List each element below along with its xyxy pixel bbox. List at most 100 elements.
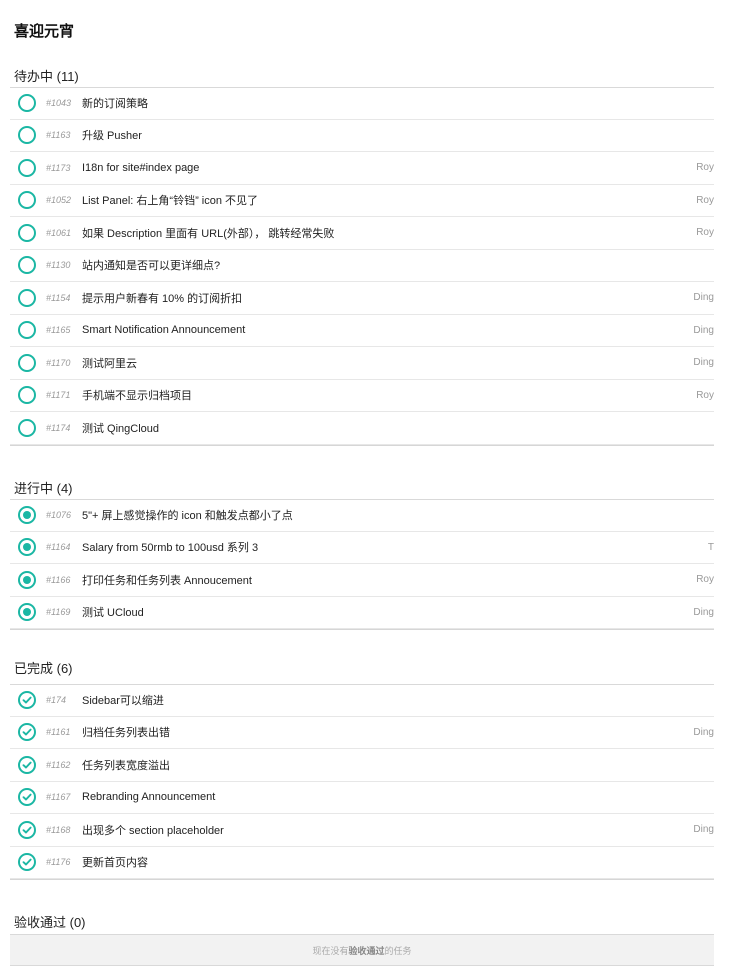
task-row[interactable]: #1052 List Panel: 右上角“铃铛” icon 不见了 Roy [10, 185, 714, 217]
task-title[interactable]: 提示用户新春有 10% 的订阅折扣 [82, 290, 242, 306]
task-row[interactable]: #1043 新的订阅策略 [10, 87, 714, 120]
task-title[interactable]: 如果 Description 里面有 URL(外部）， 跳转经常失败 [82, 225, 334, 241]
task-assignee: Ding [693, 292, 714, 304]
task-title[interactable]: 更新首页内容 [82, 854, 148, 870]
empty-state-bold: 验收通过 [348, 945, 385, 956]
task-row[interactable]: #1176 更新首页内容 [10, 847, 714, 879]
task-assignee: Roy [696, 227, 714, 239]
task-title[interactable]: 测试阿里云 [82, 355, 137, 371]
empty-circle-icon[interactable] [18, 353, 36, 372]
task-assignee: Ding [693, 606, 714, 618]
page-title: 喜迎元宵 [14, 23, 75, 40]
empty-circle-icon[interactable] [18, 126, 36, 145]
task-assignee: Roy [696, 389, 714, 401]
task-assignee: T [707, 541, 714, 553]
task-id: #1167 [46, 792, 71, 803]
task-title[interactable]: 测试 QingCloud [82, 420, 159, 436]
empty-state-prefix: 现在没有 [312, 945, 349, 956]
task-row[interactable]: #1162 任务列表宽度溢出 [10, 749, 714, 782]
task-id: #1076 [46, 510, 72, 521]
task-title[interactable]: 测试 UCloud [82, 604, 144, 620]
task-title[interactable]: Smart Notification Announcement [82, 324, 245, 336]
task-id: #1052 [46, 195, 72, 206]
empty-circle-icon[interactable] [18, 94, 36, 113]
task-title[interactable]: 归档任务列表出错 [82, 724, 170, 740]
section-accepted: 现在没有 验收通过 的任务 [10, 934, 714, 966]
task-row[interactable]: #1161 归档任务列表出错 Ding [10, 717, 714, 749]
task-row[interactable]: #1170 测试阿里云 Ding [10, 347, 714, 380]
task-assignee: Ding [693, 324, 714, 336]
task-title[interactable]: 任务列表宽度溢出 [82, 757, 170, 773]
task-list-todo: #1043 新的订阅策略 #1163 升级 Pusher #1173 I18n for s… [10, 87, 714, 446]
task-row[interactable]: #1130 站内通知是否可以更详细点? [10, 250, 714, 282]
empty-state-accepted: 现在没有 验收通过 的任务 [10, 934, 714, 966]
task-title[interactable]: 打印任务和任务列表 Annoucement [82, 572, 252, 588]
task-assignee: Roy [696, 574, 714, 586]
empty-circle-icon[interactable] [18, 191, 36, 210]
check-circle-icon[interactable] [18, 691, 36, 710]
task-id: #174 [46, 695, 67, 706]
task-title[interactable]: 站内通知是否可以更详细点? [82, 257, 220, 273]
task-assignee: Ding [693, 357, 714, 369]
task-title[interactable]: 5"+ 屏上感觉操作的 icon 和触发点都小了点 [82, 507, 293, 523]
in-progress-circle-icon[interactable] [18, 603, 36, 622]
task-list-done: #174 Sidebar可以缩进 #1161 归档任务列表出错 Ding #1162 任务列… [10, 684, 714, 880]
task-row[interactable]: #1154 提示用户新春有 10% 的订阅折扣 Ding [10, 282, 714, 315]
task-assignee: Roy [696, 194, 714, 206]
task-row[interactable]: #1174 测试 QingCloud [10, 412, 714, 445]
task-title[interactable]: List Panel: 右上角“铃铛” icon 不见了 [82, 192, 258, 208]
task-row[interactable]: #1168 出现多个 section placeholder Ding [10, 814, 714, 847]
in-progress-circle-icon[interactable] [18, 538, 36, 557]
task-id: #1170 [46, 357, 71, 368]
task-row[interactable]: #1163 升级 Pusher [10, 120, 714, 152]
check-circle-icon[interactable] [18, 755, 36, 774]
empty-circle-icon[interactable] [18, 321, 36, 340]
in-progress-circle-icon[interactable] [18, 570, 36, 589]
check-circle-icon[interactable] [18, 853, 36, 872]
empty-circle-icon[interactable] [18, 256, 36, 275]
task-id: #1061 [46, 227, 72, 238]
task-id: #1164 [46, 542, 71, 553]
task-row[interactable]: #1165 Smart Notification Announcement Ding [10, 315, 714, 347]
task-id: #1173 [46, 162, 71, 173]
section-in-progress: #1076 5"+ 屏上感觉操作的 icon 和触发点都小了点 #1164 Salar… [10, 499, 714, 630]
section-title-accepted: 验收通过 (0) [14, 915, 86, 930]
task-row[interactable]: #1169 测试 UCloud Ding [10, 597, 714, 629]
task-row[interactable]: #1171 手机端不显示归档项目 Roy [10, 380, 714, 412]
task-title[interactable]: Salary from 50rmb to 100usd 系列 3 [82, 539, 258, 555]
task-title[interactable]: Rebranding Announcement [82, 791, 215, 803]
task-id: #1171 [46, 390, 71, 401]
task-row[interactable]: #1167 Rebranding Announcement [10, 782, 714, 814]
task-title[interactable]: 手机端不显示归档项目 [82, 387, 192, 403]
task-id: #1176 [46, 857, 71, 868]
task-id: #1174 [46, 422, 71, 433]
task-row[interactable]: #1173 I18n for site#index page Roy [10, 152, 714, 185]
task-id: #1130 [46, 260, 71, 271]
task-row[interactable]: #174 Sidebar可以缩进 [10, 684, 714, 717]
empty-circle-icon[interactable] [18, 386, 36, 405]
empty-circle-icon[interactable] [18, 158, 36, 177]
task-assignee: Ding [693, 726, 714, 738]
check-circle-icon[interactable] [18, 820, 36, 839]
task-title[interactable]: Sidebar可以缩进 [82, 692, 164, 708]
task-id: #1165 [46, 325, 71, 336]
task-id: #1043 [46, 98, 72, 109]
task-assignee: Ding [693, 824, 714, 836]
check-circle-icon[interactable] [18, 788, 36, 807]
task-row[interactable]: #1061 如果 Description 里面有 URL(外部）， 跳转经常失败 R… [10, 217, 714, 250]
empty-circle-icon[interactable] [18, 223, 36, 242]
task-title[interactable]: I18n for site#index page [82, 162, 199, 174]
task-row[interactable]: #1164 Salary from 50rmb to 100usd 系列 3 T [10, 532, 714, 564]
task-row[interactable]: #1076 5"+ 屏上感觉操作的 icon 和触发点都小了点 [10, 499, 714, 532]
task-title[interactable]: 出现多个 section placeholder [82, 822, 224, 838]
task-row[interactable]: #1166 打印任务和任务列表 Annoucement Roy [10, 564, 714, 597]
task-title[interactable]: 新的订阅策略 [82, 95, 148, 111]
task-id: #1166 [46, 574, 71, 585]
empty-circle-icon[interactable] [18, 288, 36, 307]
check-circle-icon[interactable] [18, 723, 36, 742]
task-title[interactable]: 升级 Pusher [82, 127, 142, 143]
empty-circle-icon[interactable] [18, 418, 36, 437]
section-title-todo: 待办中 (11) [14, 69, 79, 84]
in-progress-circle-icon[interactable] [18, 506, 36, 525]
task-id: #1161 [46, 727, 71, 738]
